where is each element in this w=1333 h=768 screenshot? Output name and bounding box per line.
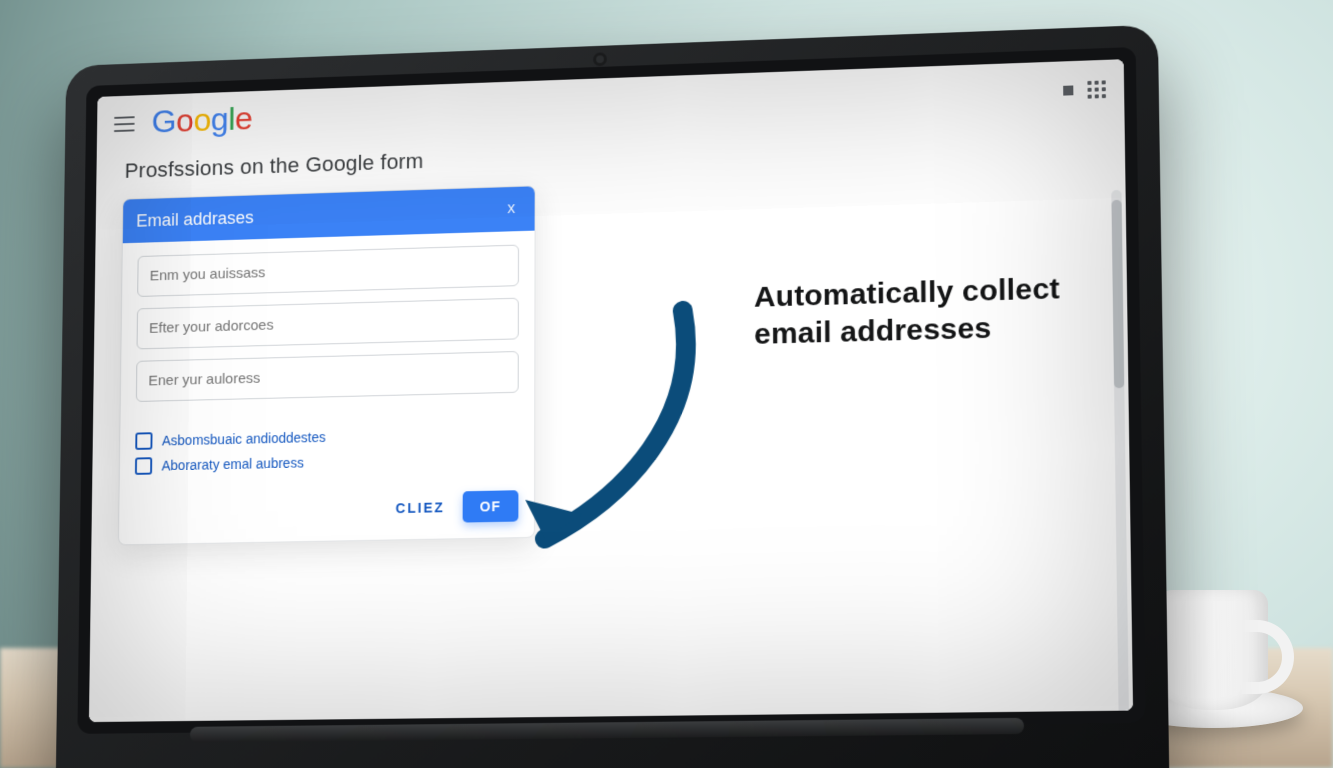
callout-arrow-icon — [506, 300, 724, 559]
menu-icon[interactable] — [114, 116, 135, 132]
apps-grid-icon[interactable] — [1087, 80, 1106, 98]
checkbox-icon — [135, 432, 152, 450]
card-title: Email addrases — [136, 207, 254, 231]
email-field-3[interactable] — [136, 351, 519, 402]
page-body: Prosfssions on the Google form Email add… — [89, 121, 1133, 722]
secondary-button[interactable]: CLIEZ — [392, 494, 449, 522]
screen: Google Prosfssions on the Google form Em… — [89, 59, 1133, 722]
primary-button[interactable]: OF — [462, 490, 518, 522]
scrollbar-thumb[interactable] — [1111, 200, 1124, 389]
email-addresses-card: Email addrases x Asbomsbuaic andioddeste… — [118, 185, 536, 545]
checkbox-option-2[interactable]: Aboraraty emal aubress — [135, 449, 519, 475]
close-icon[interactable]: x — [502, 198, 521, 220]
window-control-icon[interactable] — [1063, 85, 1073, 95]
checkbox-icon — [135, 457, 152, 475]
laptop: Google Prosfssions on the Google form Em… — [55, 25, 1169, 768]
email-field-1[interactable] — [137, 245, 519, 297]
email-field-2[interactable] — [137, 298, 519, 350]
google-logo: Google — [151, 101, 252, 141]
callout-text: Automatically collect email addresses — [754, 271, 1067, 353]
checkbox-option-1[interactable]: Asbomsbuaic andioddestes — [135, 424, 518, 450]
top-right-controls — [1063, 80, 1106, 99]
